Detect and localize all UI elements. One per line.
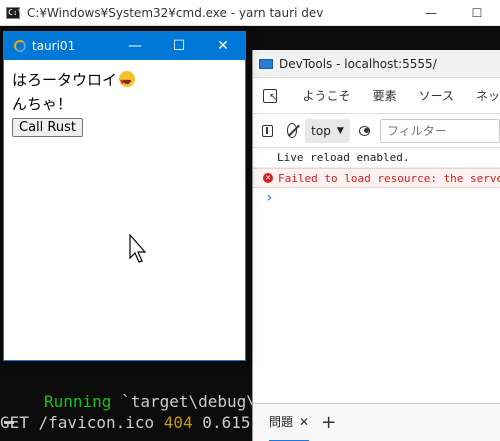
- context-select[interactable]: top ▼: [305, 118, 350, 143]
- status-code: 404: [163, 413, 193, 432]
- tauri-content: はろータウロイんちゃ！ Call Rust: [4, 60, 245, 145]
- context-value: top: [311, 123, 331, 138]
- maximize-button[interactable]: ☐: [157, 32, 201, 60]
- sidebar-toggle-icon[interactable]: [262, 124, 273, 137]
- devtools-drawer: 問題 ✕ +: [253, 403, 500, 441]
- eye-icon[interactable]: [358, 125, 370, 136]
- chevron-down-icon: ▼: [336, 125, 344, 136]
- error-text: Failed to load resource: the server: [278, 171, 500, 185]
- devtools-tabbar: ようこそ 要素 ソース ネッ: [253, 78, 500, 114]
- tab-sources[interactable]: ソース: [419, 87, 454, 104]
- favicon-request: GET /favicon.ico: [0, 413, 164, 432]
- devtools-titlebar[interactable]: DevTools - localhost:5555/: [253, 50, 500, 78]
- tauri-icon: [14, 40, 26, 52]
- mouse-pointer-icon: [129, 234, 147, 263]
- tab-network[interactable]: ネッ: [476, 87, 500, 104]
- terminal-running-line: Running `target\debug\ap: [44, 392, 275, 411]
- inspect-icon[interactable]: [263, 88, 277, 103]
- greeting-line2: んちゃ！: [12, 95, 73, 113]
- tauri-titlebar[interactable]: tauri01 — ☐ ✕: [4, 32, 245, 60]
- console-prompt-chevron-icon[interactable]: ›: [253, 188, 500, 208]
- heart-eyes-emoji-icon: [119, 71, 136, 95]
- close-icon[interactable]: ✕: [299, 415, 309, 429]
- cmd-window-title: C:¥Windows¥System32¥cmd.exe - yarn tauri…: [27, 5, 324, 20]
- clear-console-icon[interactable]: [286, 123, 298, 138]
- window-icon: [259, 58, 273, 69]
- error-icon: ✕: [263, 173, 273, 183]
- add-tab-icon[interactable]: +: [321, 412, 336, 433]
- console-info-message: Live reload enabled.: [253, 148, 500, 168]
- greeting-line1: はろータウロイ: [12, 71, 118, 89]
- minimize-button[interactable]: —: [113, 32, 157, 60]
- terminal-cursor: [4, 421, 14, 424]
- terminal-favicon-line: GET /favicon.ico 404 0.615 ms: [0, 413, 279, 432]
- tab-elements[interactable]: 要素: [373, 87, 397, 104]
- cmd-minimize-button[interactable]: —: [408, 0, 454, 26]
- console-toolbar: top ▼: [253, 114, 500, 148]
- console-error-message: ✕ Failed to load resource: the server: [253, 168, 500, 188]
- devtools-title: DevTools - localhost:5555/: [279, 56, 437, 71]
- running-word: Running: [44, 392, 112, 411]
- drawer-tab-issues[interactable]: 問題 ✕: [269, 404, 310, 441]
- greeting-text: はろータウロイんちゃ！: [12, 68, 142, 116]
- tauri-window-title: tauri01: [32, 39, 76, 53]
- tab-welcome[interactable]: ようこそ: [303, 87, 351, 104]
- running-path: `target\debug\ap: [111, 392, 276, 411]
- devtools-window: DevTools - localhost:5555/ ようこそ 要素 ソース ネ…: [252, 50, 500, 441]
- cmd-titlebar[interactable]: C:\ C:¥Windows¥System32¥cmd.exe - yarn t…: [0, 0, 500, 26]
- cmd-icon: C:\: [6, 6, 23, 19]
- call-rust-button[interactable]: Call Rust: [12, 118, 83, 137]
- drawer-tab-label: 問題: [269, 415, 294, 429]
- filter-input[interactable]: [379, 118, 500, 143]
- cmd-maximize-button[interactable]: ☐: [454, 0, 500, 26]
- close-button[interactable]: ✕: [201, 32, 245, 60]
- tauri-app-window: tauri01 — ☐ ✕ はろータウロイんちゃ！ Call Rust: [3, 31, 246, 361]
